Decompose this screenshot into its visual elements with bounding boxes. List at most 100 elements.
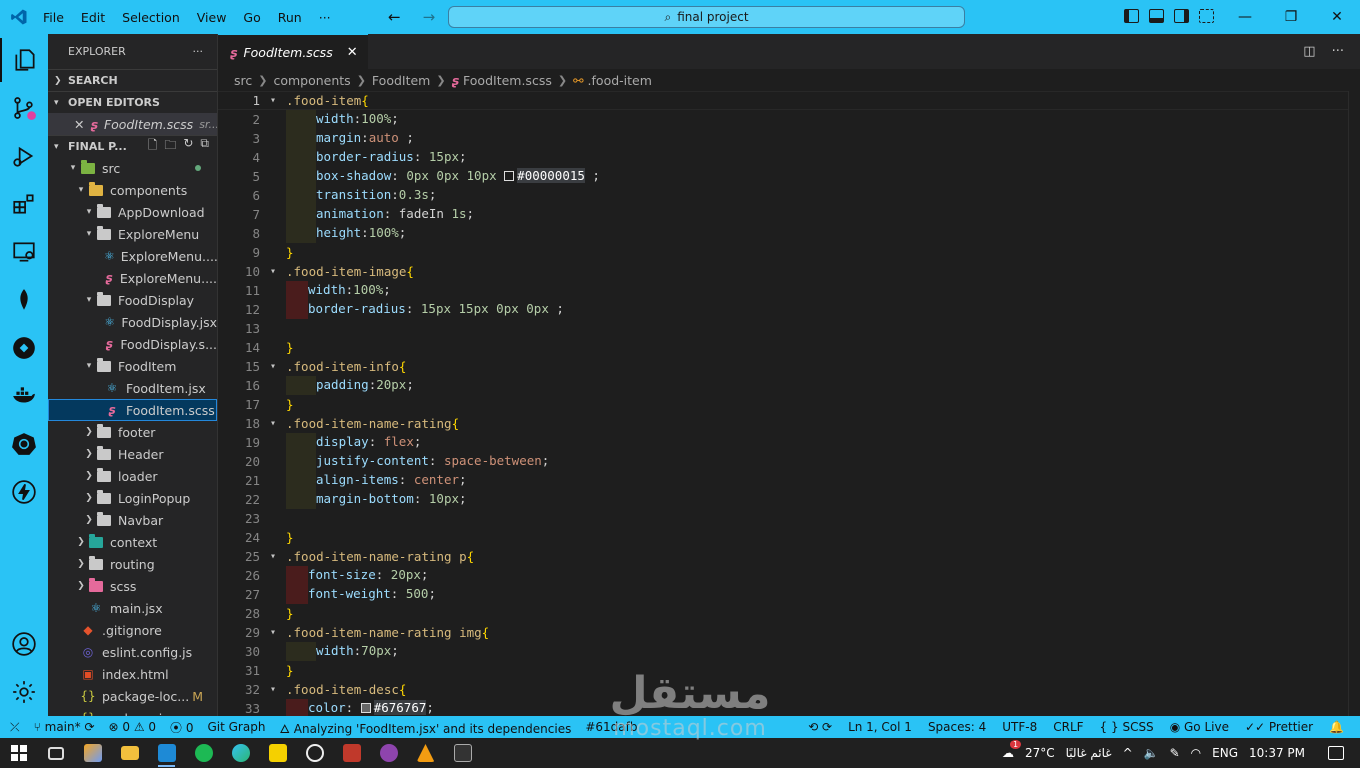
breadcrumb-src[interactable]: src xyxy=(234,73,252,88)
code-line[interactable]: 23 xyxy=(218,509,1348,528)
toggle-primary-sidebar-icon[interactable] xyxy=(1124,9,1139,23)
project-section[interactable]: ▾ FINAL P... 🗋 🗀 ↻ ⧉ xyxy=(48,135,217,157)
code-line[interactable]: 6 transition:0.3s; xyxy=(218,186,1348,205)
source-control-activity[interactable] xyxy=(0,86,48,130)
code-editor[interactable]: 1 ▾ .food-item{2 width:100%; 3 margin:auto ; 4… xyxy=(218,91,1348,716)
tree-folder[interactable]: ❯ context xyxy=(48,531,217,553)
gitlens-activity[interactable] xyxy=(0,326,48,370)
code-line[interactable]: 2 width:100%; xyxy=(218,110,1348,129)
go-live-button[interactable]: ◉ Go Live xyxy=(1170,720,1229,734)
collapse-all-icon[interactable]: ⧉ xyxy=(200,136,209,157)
tab-fooditem-scss[interactable]: ʂ FoodItem.scss ✕ xyxy=(218,34,368,69)
app-button[interactable] xyxy=(370,738,407,768)
toggle-secondary-sidebar-icon[interactable] xyxy=(1174,9,1189,23)
start-button[interactable] xyxy=(0,738,37,768)
notifications-bell-icon[interactable]: 🔔 xyxy=(1329,720,1344,734)
tree-folder[interactable]: ❯ Navbar xyxy=(48,509,217,531)
tree-folder[interactable]: ▾ FoodDisplay xyxy=(48,289,217,311)
edge-button[interactable] xyxy=(222,738,259,768)
sync-status[interactable]: ⟲ ⟳ xyxy=(808,720,832,734)
tree-file[interactable]: ◆ .gitignore xyxy=(48,619,217,641)
weather-temp[interactable]: 27°C xyxy=(1025,746,1055,760)
tab-close-icon[interactable]: ✕ xyxy=(347,45,358,60)
command-center-search[interactable]: ⌕ final project xyxy=(448,6,965,28)
language-mode[interactable]: { } SCSS xyxy=(1100,720,1154,734)
kubernetes-activity[interactable] xyxy=(0,422,48,466)
clock[interactable]: 10:37 PM xyxy=(1249,746,1305,760)
tree-file[interactable]: ʂ FoodItem.scss xyxy=(48,399,217,421)
close-icon[interactable]: ✕ xyxy=(74,117,84,132)
fold-chevron-icon[interactable]: ▾ xyxy=(260,551,286,562)
code-line[interactable]: 19 display: flex; xyxy=(218,433,1348,452)
line-ending[interactable]: CRLF xyxy=(1053,720,1083,734)
whatsapp-button[interactable] xyxy=(296,738,333,768)
tree-folder[interactable]: ▾ FoodItem xyxy=(48,355,217,377)
minimize-button[interactable]: — xyxy=(1222,0,1268,34)
menu-selection[interactable]: Selection xyxy=(122,10,180,25)
color-swatch[interactable] xyxy=(360,703,371,713)
vlc-button[interactable] xyxy=(407,738,444,768)
language-indicator[interactable]: ENG xyxy=(1212,746,1238,760)
fold-chevron-icon[interactable]: ▾ xyxy=(260,627,286,638)
maximize-button[interactable]: ❐ xyxy=(1268,0,1314,34)
tree-file[interactable]: ʂ FoodDisplay.s... xyxy=(48,333,217,355)
code-line[interactable]: 15 ▾ .food-item-info{ xyxy=(218,357,1348,376)
refresh-icon[interactable]: ↻ xyxy=(183,136,193,157)
tree-folder[interactable]: ❯ Header xyxy=(48,443,217,465)
tree-folder[interactable]: ❯ scss xyxy=(48,575,217,597)
vertical-scrollbar[interactable] xyxy=(1348,91,1360,716)
spotify-button[interactable] xyxy=(185,738,222,768)
vscode-taskbar-button[interactable] xyxy=(148,738,185,768)
remote-explorer-activity[interactable] xyxy=(0,230,48,274)
weather-text[interactable]: غائم غالبًا xyxy=(1066,746,1112,760)
code-line[interactable]: 18 ▾ .food-item-name-rating{ xyxy=(218,414,1348,433)
code-line[interactable]: 25 ▾ .food-item-name-rating p{ xyxy=(218,547,1348,566)
color-swatch[interactable] xyxy=(504,171,515,181)
menu-view[interactable]: View xyxy=(197,10,227,25)
code-line[interactable]: 8 height:100%; xyxy=(218,224,1348,243)
extensions-activity[interactable] xyxy=(0,182,48,226)
more-actions-icon[interactable]: ··· xyxy=(1332,44,1344,59)
open-editors-section[interactable]: ▾ OPEN EDITORS xyxy=(48,91,217,113)
new-folder-icon[interactable]: 🗀 xyxy=(164,136,176,157)
customize-layout-icon[interactable] xyxy=(1199,9,1214,23)
code-line[interactable]: 16 padding:20px; xyxy=(218,376,1348,395)
code-line[interactable]: 28} xyxy=(218,604,1348,623)
breadcrumb-symbol[interactable]: .food-item xyxy=(588,73,652,88)
file-explorer-button[interactable] xyxy=(111,738,148,768)
code-line[interactable]: 26 font-size: 20px; xyxy=(218,566,1348,585)
search-section[interactable]: ❯ SEARCH xyxy=(48,69,217,91)
code-line[interactable]: 13 xyxy=(218,319,1348,338)
ports-indicator[interactable]: ⦿ 0 xyxy=(170,719,193,736)
fold-chevron-icon[interactable]: ▾ xyxy=(260,266,286,277)
notification-center-icon[interactable] xyxy=(1328,746,1344,760)
code-line[interactable]: 3 margin:auto ; xyxy=(218,129,1348,148)
sticky-notes-button[interactable] xyxy=(259,738,296,768)
code-line[interactable]: 22 margin-bottom: 10px; xyxy=(218,490,1348,509)
branch-indicator[interactable]: ⑂ main* ⟳ xyxy=(34,720,95,734)
tree-folder[interactable]: ❯ loader xyxy=(48,465,217,487)
tree-file[interactable]: ⚛ ExploreMenu.... xyxy=(48,245,217,267)
cursor-position[interactable]: Ln 1, Col 1 xyxy=(848,720,912,734)
code-line[interactable]: 20 justify-content: space-between; xyxy=(218,452,1348,471)
remote-indicator[interactable]: ⤫ xyxy=(10,720,20,735)
tree-folder[interactable]: ▾ components xyxy=(48,179,217,201)
tree-file[interactable]: ʂ ExploreMenu.... xyxy=(48,267,217,289)
mongodb-activity[interactable] xyxy=(0,278,48,322)
problems-indicator[interactable]: ⊗ 0 ⚠ 0 xyxy=(109,720,157,734)
terminal-button[interactable] xyxy=(444,738,481,768)
pen-icon[interactable]: ✎ xyxy=(1170,746,1180,760)
accounts-activity[interactable] xyxy=(0,622,48,666)
new-file-icon[interactable]: 🗋 xyxy=(148,136,158,157)
forward-arrow-icon[interactable]: → xyxy=(423,8,436,26)
code-line[interactable]: 29 ▾ .food-item-name-rating img{ xyxy=(218,623,1348,642)
tree-file[interactable]: ◎ eslint.config.js xyxy=(48,641,217,663)
encoding[interactable]: UTF-8 xyxy=(1002,720,1037,734)
tree-folder[interactable]: ❯ footer xyxy=(48,421,217,443)
code-line[interactable]: 24} xyxy=(218,528,1348,547)
manage-activity[interactable] xyxy=(0,670,48,714)
close-window-button[interactable]: ✕ xyxy=(1314,0,1360,34)
tree-folder[interactable]: ▾ src xyxy=(48,157,217,179)
tree-folder[interactable]: ❯ routing xyxy=(48,553,217,575)
code-line[interactable]: 21 align-items: center; xyxy=(218,471,1348,490)
